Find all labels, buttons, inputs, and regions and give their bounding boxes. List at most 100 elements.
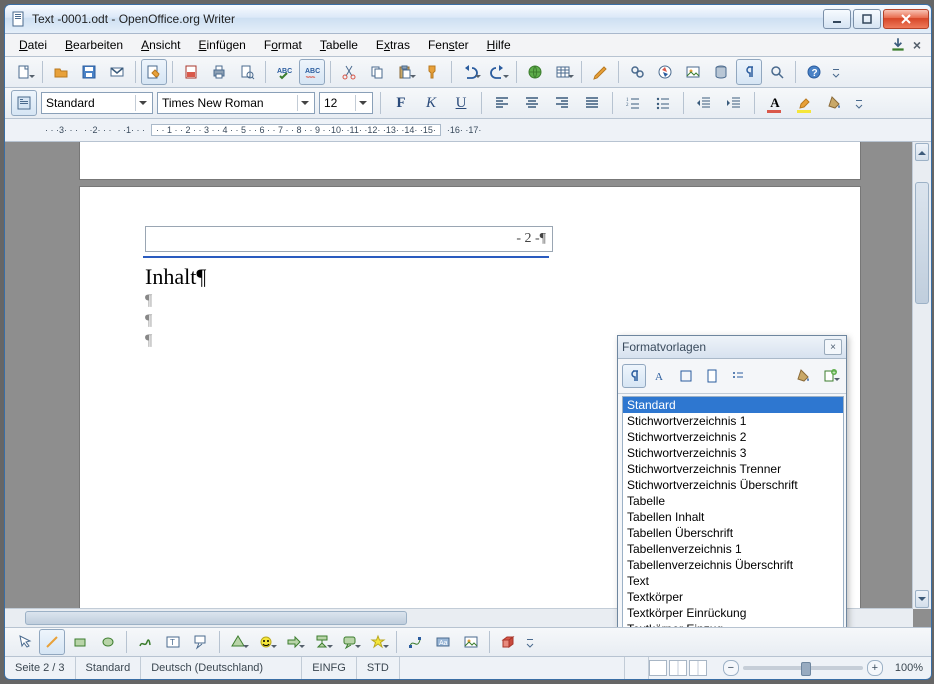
freeform-line-button[interactable]	[132, 629, 158, 655]
zoom-percent[interactable]: 100%	[895, 662, 923, 674]
style-list-item[interactable]: Tabelle	[623, 493, 843, 509]
font-color-button[interactable]: A	[762, 90, 788, 116]
maximize-button[interactable]	[853, 9, 881, 29]
status-modified[interactable]	[400, 657, 625, 679]
table-button[interactable]	[550, 59, 576, 85]
flowchart-shapes-button[interactable]	[309, 629, 335, 655]
fontwork-button[interactable]: Aa	[430, 629, 456, 655]
star-shapes-button[interactable]	[365, 629, 391, 655]
increase-indent-button[interactable]	[721, 90, 747, 116]
style-list-item[interactable]: Textkörper Einzug	[623, 621, 843, 627]
export-pdf-button[interactable]	[178, 59, 204, 85]
menu-ansicht[interactable]: Ansicht	[133, 36, 188, 54]
help-button[interactable]: ?	[801, 59, 827, 85]
new-style-from-selection-button[interactable]: +	[818, 364, 842, 388]
menu-tabelle[interactable]: Tabelle	[312, 36, 366, 54]
select-tool-button[interactable]	[11, 629, 37, 655]
styles-panel-titlebar[interactable]: Formatvorlagen ×	[618, 336, 846, 359]
underline-button[interactable]: U	[448, 90, 474, 116]
cut-button[interactable]	[336, 59, 362, 85]
menu-fenster[interactable]: Fenster	[420, 36, 477, 54]
status-signature[interactable]	[625, 657, 649, 679]
align-center-button[interactable]	[519, 90, 545, 116]
minimize-button[interactable]	[823, 9, 851, 29]
page-header[interactable]: - 2 -¶	[145, 226, 553, 252]
horizontal-ruler[interactable]: · · ·3· · ·· ·2· · ·· ·1· · · · · 1 · · …	[5, 119, 931, 142]
line-tool-button[interactable]	[39, 629, 65, 655]
text-box-button[interactable]: T	[160, 629, 186, 655]
menu-extras[interactable]: Extras	[368, 36, 418, 54]
heading-text[interactable]: Inhalt¶	[145, 264, 206, 290]
ellipse-tool-button[interactable]	[95, 629, 121, 655]
status-insert-mode[interactable]: EINFG	[302, 657, 357, 679]
fill-format-mode-button[interactable]	[792, 364, 816, 388]
find-replace-button[interactable]	[624, 59, 650, 85]
list-styles-button[interactable]	[726, 364, 750, 388]
vertical-scrollbar[interactable]	[912, 142, 931, 609]
redo-button[interactable]	[485, 59, 511, 85]
style-list-item[interactable]: Tabellenverzeichnis 1	[623, 541, 843, 557]
callout-shapes-button[interactable]	[337, 629, 363, 655]
style-list-item[interactable]: Stichwortverzeichnis Überschrift	[623, 477, 843, 493]
close-document-button[interactable]: ×	[909, 37, 925, 53]
toolbar-overflow-button[interactable]	[829, 59, 843, 85]
extrusion-button[interactable]	[495, 629, 521, 655]
styles-panel[interactable]: Formatvorlagen × A + StandardStichwortve…	[617, 335, 847, 627]
menu-datei[interactable]: Datei	[11, 36, 55, 54]
block-arrows-button[interactable]	[281, 629, 307, 655]
multi-page-view-button[interactable]	[669, 660, 687, 676]
book-view-button[interactable]	[689, 660, 707, 676]
auto-spellcheck-button[interactable]: ABC	[299, 59, 325, 85]
basic-shapes-button[interactable]	[225, 629, 251, 655]
open-button[interactable]	[48, 59, 74, 85]
styles-list[interactable]: StandardStichwortverzeichnis 1Stichwortv…	[622, 396, 844, 627]
zoom-in-button[interactable]: +	[867, 660, 883, 676]
italic-button[interactable]: K	[418, 90, 444, 116]
style-list-item[interactable]: Tabellen Inhalt	[623, 509, 843, 525]
menu-bearbeiten[interactable]: Bearbeiten	[57, 36, 131, 54]
bold-button[interactable]: F	[388, 90, 414, 116]
paragraph-style-combo[interactable]: Standard	[41, 92, 153, 114]
scroll-up-button[interactable]	[915, 143, 929, 161]
single-page-view-button[interactable]	[649, 660, 667, 676]
style-list-item[interactable]: Tabellen Überschrift	[623, 525, 843, 541]
new-document-button[interactable]	[11, 59, 37, 85]
align-left-button[interactable]	[489, 90, 515, 116]
style-list-item[interactable]: Textkörper	[623, 589, 843, 605]
zoom-slider[interactable]	[743, 666, 863, 670]
character-styles-button[interactable]: A	[648, 364, 672, 388]
align-justify-button[interactable]	[579, 90, 605, 116]
formatting-overflow-button[interactable]	[852, 90, 866, 116]
bullet-list-button[interactable]	[650, 90, 676, 116]
zoom-slider-knob[interactable]	[801, 662, 811, 676]
align-right-button[interactable]	[549, 90, 575, 116]
points-edit-button[interactable]	[402, 629, 428, 655]
data-sources-button[interactable]	[708, 59, 734, 85]
styles-panel-close-button[interactable]: ×	[824, 339, 842, 355]
show-draw-functions-button[interactable]	[587, 59, 613, 85]
print-preview-button[interactable]	[234, 59, 260, 85]
status-selection-mode[interactable]: STD	[357, 657, 400, 679]
symbol-shapes-button[interactable]	[253, 629, 279, 655]
toolbar-overflow-button[interactable]	[523, 629, 537, 655]
email-button[interactable]	[104, 59, 130, 85]
style-list-item[interactable]: Tabellenverzeichnis Überschrift	[623, 557, 843, 573]
style-list-item[interactable]: Stichwortverzeichnis 1	[623, 413, 843, 429]
menu-einfuegen[interactable]: Einfügen	[190, 36, 253, 54]
style-list-item[interactable]: Stichwortverzeichnis 3	[623, 445, 843, 461]
frame-styles-button[interactable]	[674, 364, 698, 388]
style-list-item[interactable]: Stichwortverzeichnis Trenner	[623, 461, 843, 477]
copy-button[interactable]	[364, 59, 390, 85]
menu-hilfe[interactable]: Hilfe	[479, 36, 519, 54]
status-page-style[interactable]: Standard	[76, 657, 142, 679]
highlight-color-button[interactable]	[792, 90, 818, 116]
print-button[interactable]	[206, 59, 232, 85]
vertical-scroll-thumb[interactable]	[915, 182, 929, 304]
navigator-button[interactable]	[652, 59, 678, 85]
menu-format[interactable]: Format	[256, 36, 310, 54]
spellcheck-button[interactable]: ABC	[271, 59, 297, 85]
paragraph-styles-button[interactable]	[622, 364, 646, 388]
page-styles-button[interactable]	[700, 364, 724, 388]
nonprinting-chars-button[interactable]	[736, 59, 762, 85]
font-name-combo[interactable]: Times New Roman	[157, 92, 315, 114]
